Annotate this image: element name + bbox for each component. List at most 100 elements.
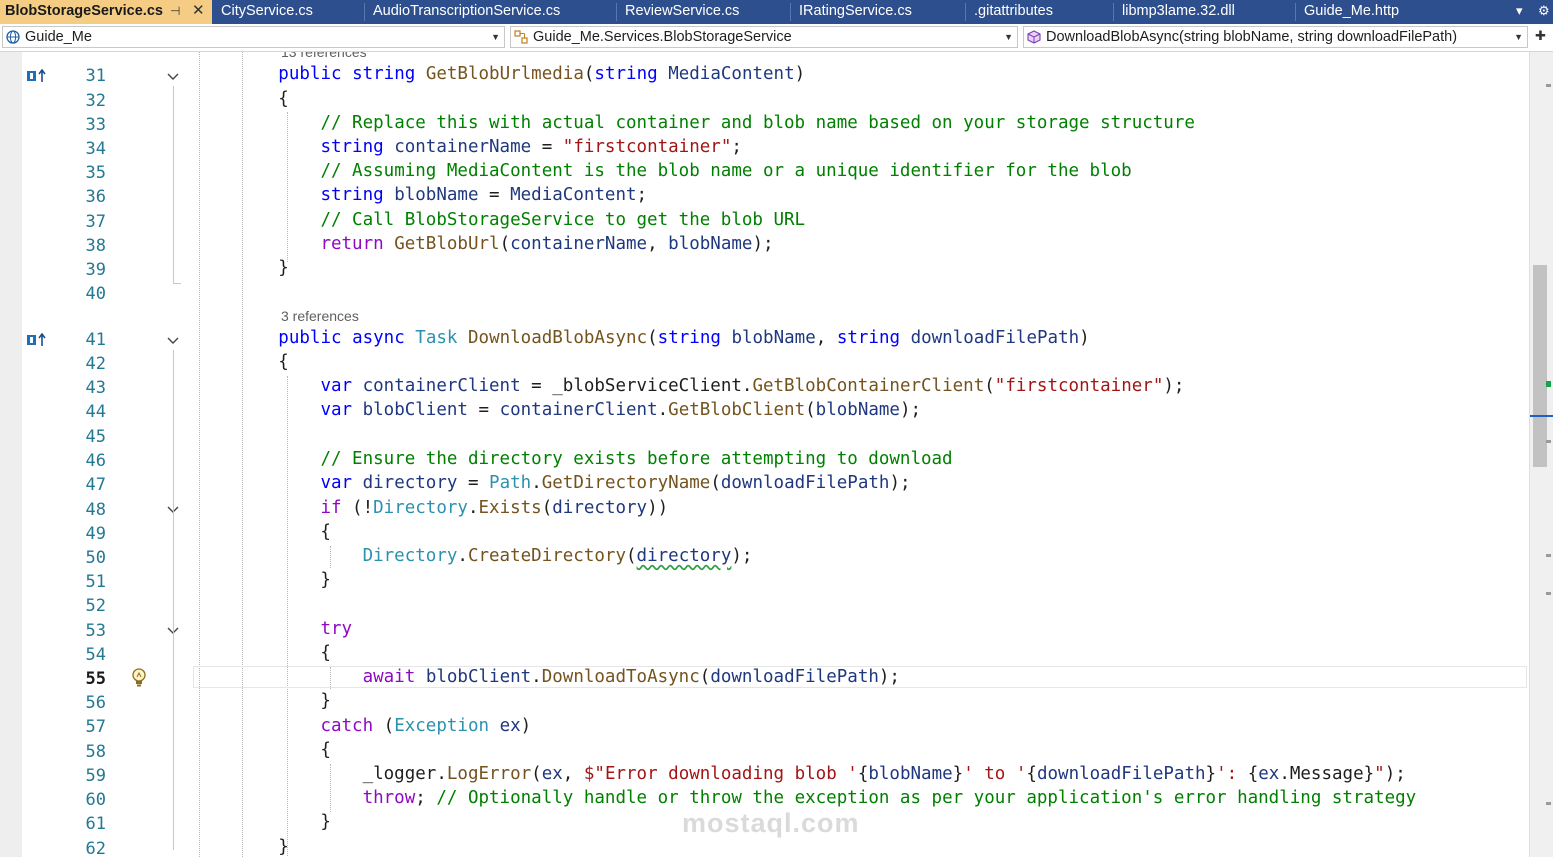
tab-label: CityService.cs (221, 3, 313, 19)
code-line: return GetBlobUrl(containerName, blobNam… (320, 234, 774, 254)
line-number: 62 (85, 839, 106, 857)
code-line: var containerClient = _blobServiceClient… (320, 376, 1185, 396)
split-window-icon[interactable]: ✚ (1535, 28, 1546, 44)
tab-label: libmp3lame.32.dll (1122, 3, 1235, 19)
code-line: } (194, 570, 331, 590)
tab-blobstorageservice[interactable]: BlobStorageService.cs ⊣ ✕ (0, 0, 212, 24)
member-name: DownloadBlobAsync(string blobName, strin… (1046, 29, 1458, 45)
tab-overflow-dropdown-icon[interactable]: ▾ (1516, 0, 1523, 24)
line-number: 56 (85, 693, 106, 713)
line-number: 60 (85, 790, 106, 810)
scroll-marker (1546, 84, 1551, 87)
code-line: if (!Directory.Exists(directory)) (320, 498, 669, 518)
code-line: var directory = Path.GetDirectoryName(do… (320, 473, 911, 493)
change-marker (1546, 381, 1551, 387)
line-number: 46 (85, 451, 106, 471)
collapse-chevron-icon[interactable] (166, 70, 180, 84)
line-number: 35 (85, 163, 106, 183)
tab-separator (790, 3, 791, 21)
line-number: 31 (85, 66, 106, 86)
code-line: { (194, 740, 331, 760)
line-number: 40 (85, 284, 106, 304)
code-line: } (194, 691, 331, 711)
code-line: throw; // Optionally handle or throw the… (362, 788, 1417, 808)
code-line: string containerName = "firstcontainer"; (320, 137, 742, 157)
scroll-marker (1546, 592, 1551, 595)
tab-cityservice[interactable]: CityService.cs (221, 0, 361, 24)
code-line: } (194, 837, 289, 857)
scroll-marker (1546, 802, 1551, 805)
gear-icon[interactable]: ⚙ (1538, 0, 1550, 24)
tab-reviewservice[interactable]: ReviewService.cs (625, 0, 790, 24)
pin-icon[interactable]: ⊣ (170, 0, 180, 22)
lightbulb-icon[interactable] (131, 668, 147, 688)
method-icon (1027, 30, 1041, 44)
line-number: 47 (85, 475, 106, 495)
line-number: 48 (85, 500, 106, 520)
line-number: 44 (85, 402, 106, 422)
editor-margin-strip (0, 52, 22, 857)
code-line: { (194, 522, 331, 542)
code-line: } (194, 258, 289, 278)
class-icon (514, 30, 528, 44)
line-number: 51 (85, 572, 106, 592)
project-dropdown[interactable]: Guide_Me ▼ (2, 26, 505, 48)
line-number: 49 (85, 524, 106, 544)
code-line: catch (Exception ex) (320, 716, 532, 736)
type-name: Guide_Me.Services.BlobStorageService (533, 29, 792, 45)
implementation-icon[interactable] (26, 69, 48, 83)
outline-region-line (173, 86, 174, 284)
chevron-down-icon: ▼ (1004, 32, 1013, 42)
tab-separator (616, 3, 617, 21)
tab-guide-me-http[interactable]: Guide_Me.http (1304, 0, 1484, 24)
member-dropdown[interactable]: DownloadBlobAsync(string blobName, strin… (1023, 26, 1528, 48)
line-number: 36 (85, 187, 106, 207)
tab-separator (364, 3, 365, 21)
code-line: _logger.LogError(ex, $"Error downloading… (194, 764, 1406, 784)
code-line: // Assuming MediaContent is the blob nam… (320, 161, 1132, 181)
code-line: // Replace this with actual container an… (320, 113, 1195, 133)
code-line: public string GetBlobUrlmedia(string Med… (278, 64, 806, 84)
tab-gitattributes[interactable]: .gitattributes (974, 0, 1109, 24)
tab-label: .gitattributes (974, 3, 1053, 19)
line-number: 39 (85, 260, 106, 280)
navigation-bar: Guide_Me ▼ Guide_Me.Services.BlobStorage… (0, 24, 1553, 52)
code-line: await blobClient.DownloadToAsync(downloa… (362, 667, 900, 687)
type-dropdown[interactable]: Guide_Me.Services.BlobStorageService ▼ (510, 26, 1018, 48)
codelens-references[interactable]: 3 references (281, 308, 359, 324)
tab-label: Guide_Me.http (1304, 3, 1400, 19)
code-line: // Ensure the directory exists before at… (320, 449, 953, 469)
code-line: { (194, 643, 331, 663)
code-line: // Call BlobStorageService to get the bl… (320, 210, 806, 230)
tab-label: BlobStorageService.cs (5, 3, 163, 19)
line-number: 42 (85, 354, 106, 374)
tab-separator (965, 3, 966, 21)
current-line-number: 55 (85, 669, 106, 689)
line-number: 57 (85, 717, 106, 737)
line-number: 54 (85, 645, 106, 665)
caret-position-marker (1530, 415, 1553, 417)
line-number: 32 (85, 91, 106, 111)
close-icon[interactable]: ✕ (192, 0, 205, 22)
code-line: Directory.CreateDirectory(directory); (362, 546, 753, 566)
line-number: 34 (85, 139, 106, 159)
collapse-chevron-icon[interactable] (166, 334, 180, 348)
implementation-icon[interactable] (26, 333, 48, 347)
code-editor[interactable]: 31 32 33 34 35 36 37 38 39 40 41 42 43 4… (0, 52, 1553, 857)
line-number: 52 (85, 596, 106, 616)
line-number: 50 (85, 548, 106, 568)
chevron-down-icon: ▼ (491, 32, 500, 42)
outline-region-end (173, 283, 181, 284)
line-number: 33 (85, 115, 106, 135)
line-number: 37 (85, 212, 106, 232)
codelens-references[interactable]: 13 references (281, 52, 367, 60)
tab-separator (1295, 3, 1296, 21)
watermark: mostaql.com (682, 808, 860, 838)
tab-audiotranscriptionservice[interactable]: AudioTranscriptionService.cs (373, 0, 618, 24)
tab-libmp3lame[interactable]: libmp3lame.32.dll (1122, 0, 1287, 24)
scroll-marker (1546, 440, 1551, 443)
line-number: 61 (85, 814, 106, 834)
scrollbar-thumb[interactable] (1533, 265, 1547, 467)
tab-iratingservice[interactable]: IRatingService.cs (799, 0, 959, 24)
line-number: 45 (85, 427, 106, 447)
